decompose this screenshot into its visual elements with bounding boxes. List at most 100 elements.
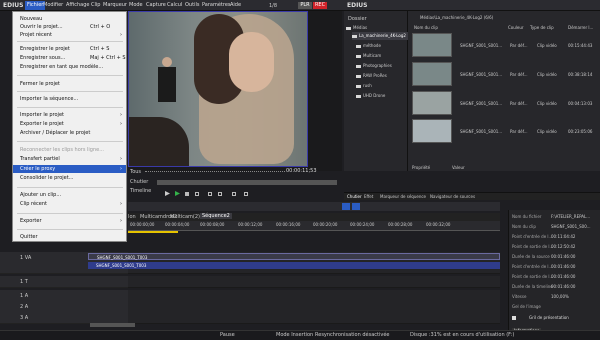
menu-modifier[interactable]: Modifier (43, 2, 63, 8)
tree-folder-photos[interactable]: Photographies (356, 62, 412, 70)
mark-in-icon[interactable] (208, 192, 212, 196)
menu-item-nouveau[interactable]: Nouveau (13, 15, 126, 23)
tab-chutier[interactable]: Chutier (347, 194, 362, 199)
player-scrub[interactable] (145, 171, 285, 172)
snap-icon[interactable] (342, 203, 350, 210)
tab-marqueur[interactable]: Marqueur de séquence (380, 194, 426, 199)
menu-item-consolider[interactable]: Consolider le projet... (13, 174, 126, 182)
menu-item-modele[interactable]: Enregistrer en tant que modèle... (13, 63, 126, 71)
menu-item-exporter-projet[interactable]: Exporter le projet › (13, 120, 126, 128)
effect-checkbox[interactable] (512, 316, 516, 320)
clip-thumbnail[interactable] (412, 91, 452, 115)
play-green-icon[interactable] (175, 191, 180, 196)
clip-start: 00:04:13:03 (568, 101, 593, 106)
play-icon[interactable] (165, 191, 170, 196)
menu-item-quitter[interactable]: Quitter (13, 233, 126, 241)
tab-sequence2[interactable]: Séquence2 (200, 213, 232, 219)
overwrite-icon[interactable] (244, 192, 248, 196)
clip-thumbnail[interactable] (412, 62, 452, 86)
status-bar: Pause Mode Insertion Resynchronisation d… (0, 330, 600, 340)
col-nom[interactable]: Nom du clip (414, 25, 438, 30)
clip-name[interactable]: SHGNF_S001_S001... (460, 72, 502, 77)
prop-key: Vitesse (512, 294, 527, 299)
prop-key: Nom du fichier (512, 214, 542, 219)
chutier-label: Chutier (130, 179, 149, 185)
track-header-t[interactable]: 1 T (0, 276, 128, 288)
tab-effet[interactable]: Effet (364, 194, 373, 199)
freeze-label: Gel de l'image (512, 304, 541, 309)
ruler-tick: 00:00:04;00 (165, 222, 190, 227)
menu-mode[interactable]: Mode (129, 2, 143, 8)
propriete-label: Propriété (412, 165, 431, 170)
menu-item-transfert[interactable]: Transfert partiel › (13, 155, 126, 163)
menu-item-importer-sequence[interactable]: Importer la séquence... (13, 95, 126, 103)
player-seek-bar[interactable] (157, 180, 337, 185)
menu-calcul[interactable]: Calcul (167, 2, 182, 8)
menu-item-projet-recent[interactable]: Projet récent › (13, 31, 126, 39)
tree-folder-methode[interactable]: méthode (356, 42, 412, 50)
menu-marqueur[interactable]: Marqueur (103, 2, 127, 8)
stop-icon[interactable] (185, 192, 189, 196)
prop-value: F:\ATELIER_REPAL... (551, 214, 591, 219)
bin-tabs: Chutier Effet Marqueur de séquence Navig… (344, 192, 600, 200)
menu-item-ajouter-clip[interactable]: Ajouter un clip... (13, 191, 126, 199)
mark-out-icon[interactable] (218, 192, 222, 196)
menu-clip[interactable]: Clip (91, 2, 100, 8)
clip-start: 00:38:18:14 (568, 72, 593, 77)
tab-navigateur[interactable]: Navigateur de sources (430, 194, 475, 199)
menu-item-archiver[interactable]: Archiver / Déplacer le projet (13, 129, 126, 137)
tree-folder-machinerie[interactable]: La_machinerie_4K-Log2 (352, 32, 408, 40)
group-icon[interactable] (352, 203, 360, 210)
clip-name[interactable]: SHGNF_S001_S001... (460, 43, 502, 48)
timeline-video-clip[interactable]: SHGNF_S001_S001_T003 (88, 253, 500, 260)
clip-color: Par déf... (510, 43, 528, 48)
tree-folder-multicam[interactable]: Multicam (356, 52, 412, 60)
loop-icon[interactable] (195, 192, 199, 196)
menu-item-creer-proxy[interactable]: Créer le proxy › (13, 165, 126, 173)
menu-item-exporter[interactable]: Exporter › (13, 217, 126, 225)
track-lane-t[interactable] (128, 276, 500, 288)
ruler-tick: 00:00:12;00 (238, 222, 263, 227)
track-lane-a3[interactable] (128, 312, 500, 324)
insert-icon[interactable] (232, 192, 236, 196)
tab-sequence-ion[interactable]: Ion (128, 214, 136, 220)
menu-affichage[interactable]: Affichage (66, 2, 90, 8)
tree-folder-raw[interactable]: RAW ProRes (356, 72, 412, 80)
menu-outils[interactable]: Outils (185, 2, 199, 8)
prop-key: Durée de la source (512, 254, 550, 259)
bin-title: Dossier (348, 16, 367, 22)
rec-button[interactable]: REC (313, 2, 327, 9)
clip-counter: 1/8 (269, 3, 278, 9)
menu-item-enregistrer-sous[interactable]: Enregistrer sous... Maj + Ctrl + S (13, 54, 126, 62)
tree-folder-drone[interactable]: UHD Drone (356, 92, 412, 100)
col-couleur[interactable]: Couleur (508, 25, 524, 30)
tree-root[interactable]: Médias (346, 24, 402, 32)
clip-name[interactable]: SHGNF_S001_S001... (460, 129, 502, 134)
menu-item-fermer[interactable]: Fermer le projet (13, 80, 126, 88)
menu-item-clip-recent[interactable]: Clip récent › (13, 200, 126, 208)
prop-key: Point de sortie de l... (512, 274, 554, 279)
col-start[interactable]: Démarrer l... (568, 25, 593, 30)
info-panel: Nom du fichier F:\ATELIER_REPAL... Nom d… (508, 210, 600, 335)
menu-aide[interactable]: Aide (230, 2, 241, 8)
clip-start: 00:15:44:43 (568, 43, 593, 48)
clip-thumbnail[interactable] (412, 119, 452, 143)
prop-key: Point d'entrée de l... (512, 264, 553, 269)
menu-capture[interactable]: Capture (146, 2, 166, 8)
timeline-scrollbar[interactable] (90, 323, 135, 327)
tree-folder-rush[interactable]: rush (356, 82, 412, 90)
menu-parametres[interactable]: Paramètres (202, 2, 231, 8)
clip-path: Médias\La_machinerie_4K-Log2 (6/6) (420, 15, 494, 20)
menu-item-importer-projet[interactable]: Importer le projet › (13, 111, 126, 119)
clip-thumbnail[interactable] (412, 33, 452, 57)
ruler-tick: 00:00:28;00 (388, 222, 413, 227)
col-type[interactable]: Type de clip (530, 25, 554, 30)
timeline-ruler[interactable]: 00:00:00;00 00:00:04;00 00:00:08;00 00:0… (128, 221, 500, 231)
plr-button[interactable]: PLR (298, 2, 312, 9)
menu-item-enregistrer[interactable]: Enregistrer le projet Ctrl + S (13, 45, 126, 53)
menu-item-ouvrir[interactable]: Ouvrir le projet... Ctrl + O (13, 23, 126, 31)
clip-name[interactable]: SHGNF_S001_S001... (460, 101, 502, 106)
person-head (162, 57, 172, 67)
timeline-audio-clip[interactable]: SHGNF_S001_S001_T003 (88, 262, 500, 269)
effect-name[interactable]: Gril de présentation (529, 315, 569, 320)
